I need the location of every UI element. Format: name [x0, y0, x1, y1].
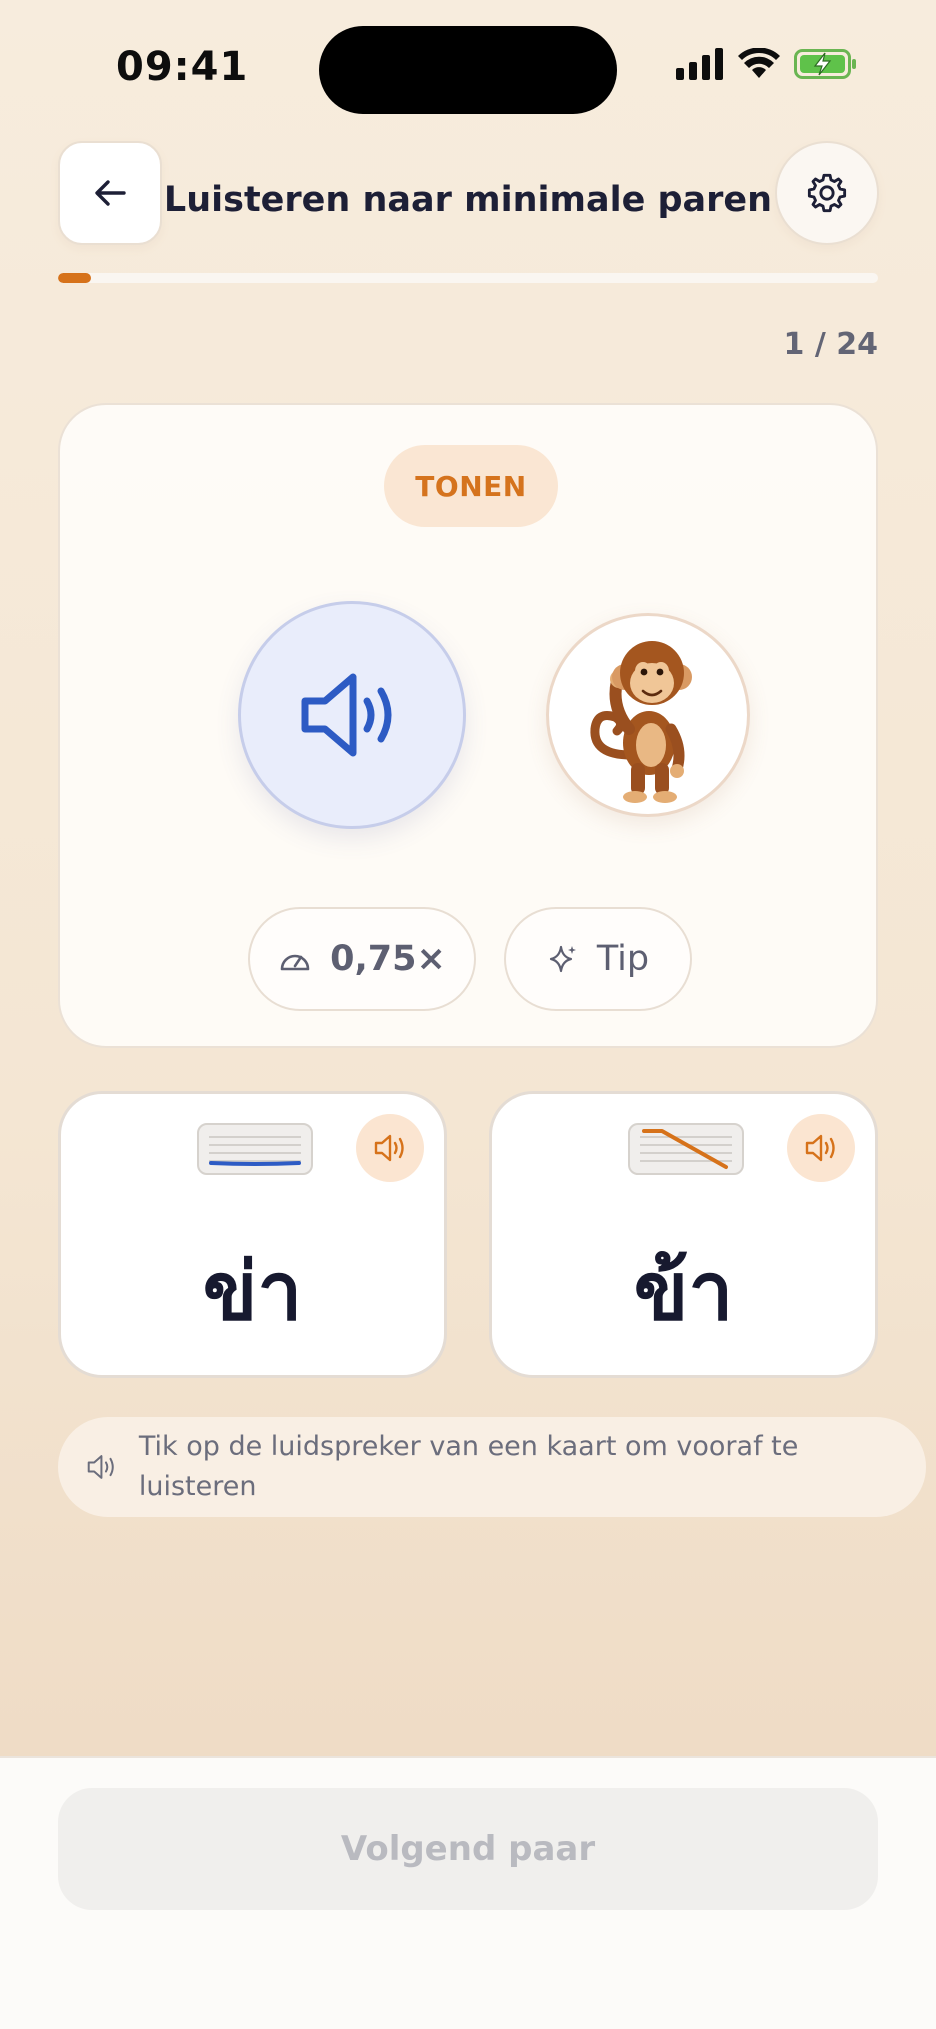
progress-bar: [58, 273, 878, 283]
thai-word: ข้า: [633, 1245, 734, 1338]
wifi-icon: [738, 48, 780, 78]
next-pair-button[interactable]: Volgend paar: [58, 1788, 878, 1910]
question-counter: 1 / 24: [783, 327, 878, 362]
hint-text: Tik op de luidspreker van een kaart om v…: [138, 1431, 799, 1502]
status-icons: [676, 48, 858, 80]
tone-falling-contour-icon: [640, 1129, 732, 1169]
hint-banner: Tik op de luidspreker van een kaart om v…: [58, 1417, 926, 1517]
speaker-icon: [805, 1134, 835, 1162]
card-speaker-button[interactable]: [356, 1114, 424, 1182]
playback-speed-label: 0,75×: [330, 939, 446, 979]
footer-bar: Volgend paar: [0, 1756, 936, 2029]
tip-button[interactable]: Tip: [504, 907, 692, 1011]
category-badge: TONEN: [384, 445, 558, 527]
gear-icon: [807, 173, 847, 213]
page-title: Luisteren naar minimale paren: [163, 180, 773, 220]
back-button[interactable]: [58, 141, 162, 245]
sparkle-icon: [549, 945, 576, 973]
monkey-mascot: [546, 613, 750, 817]
playback-speed-button[interactable]: 0,75×: [248, 907, 476, 1011]
speaker-icon: [301, 673, 392, 757]
status-time: 09:41: [116, 44, 249, 90]
arrow-left-icon: [95, 180, 126, 206]
dynamic-island: [319, 26, 617, 114]
settings-button[interactable]: [775, 141, 879, 245]
speaker-icon: [374, 1134, 404, 1162]
card-speaker-button[interactable]: [787, 1114, 855, 1182]
listening-card: TONEN 0,75× Tip: [58, 403, 878, 1048]
cellular-signal-icon: [676, 48, 723, 80]
thai-word: ข่า: [202, 1245, 303, 1338]
speedometer-icon: [280, 954, 310, 971]
tip-label: Tip: [596, 939, 650, 979]
tone-contour-chart: [628, 1123, 744, 1175]
answer-option-card[interactable]: ข้า: [489, 1091, 878, 1378]
play-audio-button[interactable]: [238, 601, 466, 829]
speaker-icon: [87, 1455, 114, 1479]
tone-contour-chart: [197, 1123, 313, 1175]
progress-fill: [58, 273, 91, 283]
monkey-illustration: [590, 641, 692, 803]
answer-option-card[interactable]: ข่า: [58, 1091, 447, 1378]
tone-low-contour-icon: [209, 1136, 301, 1166]
status-bar: 09:41: [0, 0, 936, 130]
battery-charging-icon: [794, 49, 856, 79]
